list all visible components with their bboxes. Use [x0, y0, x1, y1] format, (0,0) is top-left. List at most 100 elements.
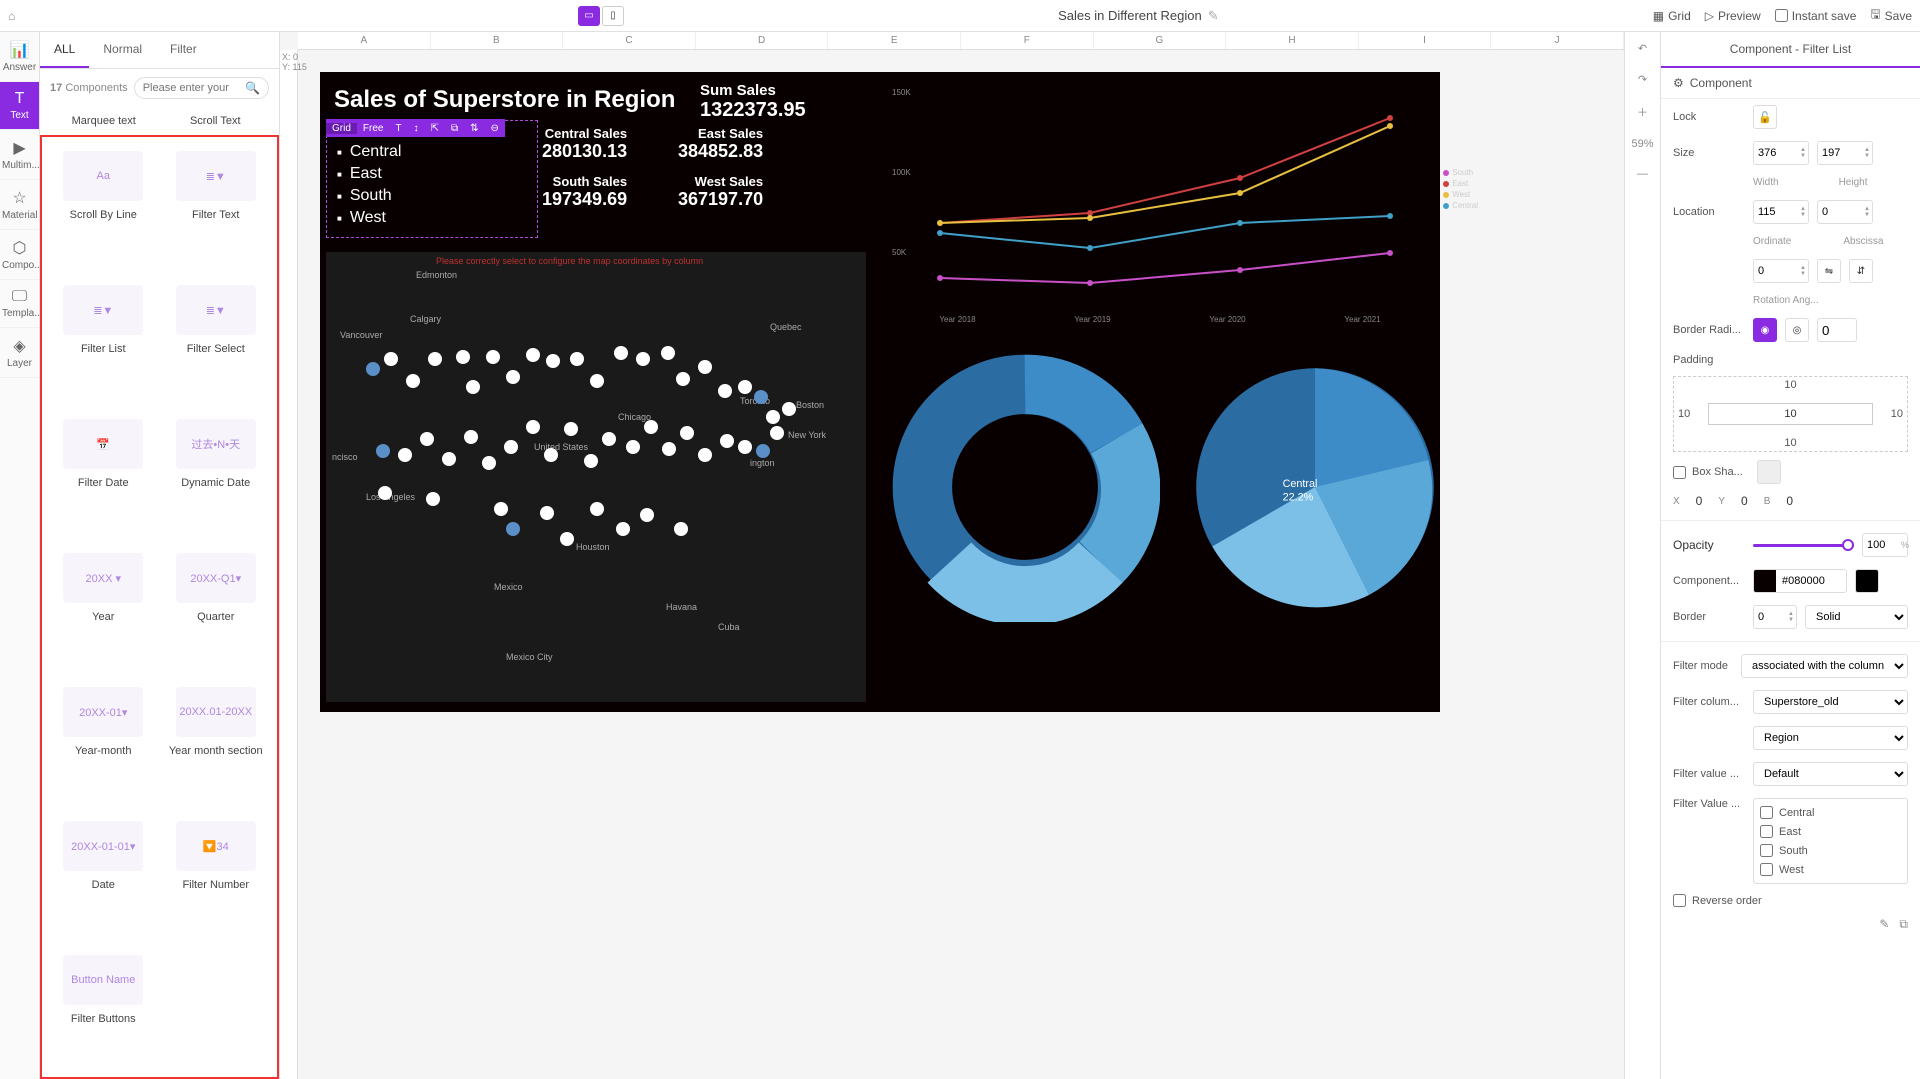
edit-title-icon[interactable]: ✎ [1208, 8, 1219, 24]
filter-column-select2[interactable]: Region [1753, 726, 1908, 750]
comp-item-year-month-section[interactable]: 20XX.01-20XXYear month section [163, 677, 270, 805]
toolbar-align-icon[interactable]: ↕ [408, 123, 425, 134]
component-search[interactable]: 🔍 [134, 77, 269, 99]
leftnav-multimedia[interactable]: ▶Multim... [0, 130, 39, 180]
zoom-level: 59% [1631, 138, 1653, 150]
rotation-input[interactable]: ▲▼ [1753, 259, 1809, 283]
leftnav-template[interactable]: 🖵Templa... [0, 280, 39, 328]
comp-item-filter-date[interactable]: 📅Filter Date [50, 409, 157, 537]
filter-item-west[interactable]: West [337, 207, 527, 229]
radius-unlinked-button[interactable]: ◎ [1785, 318, 1809, 342]
line-chart: 150K 100K 50K Year 2018 Year 2019 Year 2… [890, 78, 1430, 328]
device-desktop-button[interactable]: ▭ [578, 6, 600, 26]
leftnav-layer[interactable]: ◈Layer [0, 328, 39, 378]
filter-column-select[interactable]: Superstore_old [1753, 690, 1908, 714]
reverse-order-checkbox[interactable] [1673, 894, 1686, 907]
abscissa-input[interactable]: ▲▼ [1817, 200, 1873, 224]
filter-item-south[interactable]: South [337, 185, 527, 207]
comp-item-year-month[interactable]: 20XX-01▾Year-month [50, 677, 157, 805]
tool-add-icon[interactable]: ＋ [1637, 104, 1648, 120]
dashboard-stage[interactable]: Sales of Superstore in Region Sum Sales … [320, 72, 1440, 712]
width-input[interactable]: ▲▼ [1753, 141, 1809, 165]
leftnav-component[interactable]: ⬡Compo... [0, 230, 39, 280]
preview-button[interactable]: ▷Preview [1705, 9, 1761, 23]
filter-mode-label: Filter mode [1673, 660, 1733, 672]
filter-mode-select[interactable]: associated with the column [1741, 654, 1908, 678]
save-button[interactable]: 🖫Save [1870, 5, 1912, 26]
comp-item-date[interactable]: 20XX-01-01▾Date [50, 811, 157, 939]
comp-item-year[interactable]: 20XX ▾Year [50, 543, 157, 671]
toolbar-free[interactable]: Free [357, 123, 390, 134]
comp-item-filter-buttons[interactable]: Button NameFilter Buttons [50, 945, 157, 1073]
opacity-input[interactable] [1867, 539, 1901, 551]
ordinate-input[interactable]: ▲▼ [1753, 200, 1809, 224]
tool-redo-icon[interactable]: ↷ [1638, 73, 1647, 86]
shadow-color[interactable] [1757, 460, 1781, 484]
tab-filter[interactable]: Filter [156, 32, 211, 68]
filter-item-east[interactable]: East [337, 163, 527, 185]
border-style-select[interactable]: Solid [1805, 605, 1908, 629]
filter-opt-south[interactable] [1760, 844, 1773, 857]
page-title: Sales in Different Region [1058, 8, 1202, 23]
comp-item-quarter[interactable]: 20XX-Q1▾Quarter [163, 543, 270, 671]
lock-label: Lock [1673, 111, 1745, 123]
filter-list-component[interactable]: Grid Free T ↕ ⇱ ⧉ ⇅ ⊖ CentralEastSouthWe… [326, 120, 538, 238]
filter-item-central[interactable]: Central [337, 141, 527, 163]
tab-normal[interactable]: Normal [89, 32, 156, 68]
comp-item-filter-text[interactable]: ≣▼Filter Text [163, 141, 270, 269]
filter-opt-east[interactable] [1760, 825, 1773, 838]
metric-east-sales: East Sales384852.83 [678, 126, 763, 162]
toolbar-link-icon[interactable]: ⇅ [464, 123, 484, 134]
color-preview[interactable] [1855, 569, 1879, 593]
prop-tab-component[interactable]: ⚙Component [1661, 68, 1920, 99]
prop-panel-title: Component - Filter List [1661, 32, 1920, 68]
box-shadow-checkbox[interactable] [1673, 466, 1686, 479]
component-count: 17 [50, 82, 62, 94]
metric-central-sales: Central Sales280130.13 [542, 126, 627, 162]
leftnav-material[interactable]: ☆Material [0, 180, 39, 230]
tool-undo-icon[interactable]: ↶ [1638, 42, 1647, 55]
panel-copy-icon[interactable]: ⧉ [1899, 917, 1908, 932]
toolbar-copy-icon[interactable]: ⧉ [445, 123, 464, 134]
grid-button[interactable]: ▦Grid [1653, 9, 1691, 23]
tab-all[interactable]: ALL [40, 32, 89, 68]
leftnav-text[interactable]: TText [0, 82, 39, 130]
comp-item-filter-number[interactable]: 🔽34Filter Number [163, 811, 270, 939]
comp-item-scroll-by-line[interactable]: AaScroll By Line [50, 141, 157, 269]
border-width-input[interactable]: ▲▼ [1753, 605, 1797, 629]
map-warning: Please correctly select to configure the… [436, 256, 703, 266]
lock-toggle[interactable]: 🔓 [1753, 105, 1777, 129]
filter-value-select[interactable]: Default [1753, 762, 1908, 786]
padding-visual[interactable]: 10 10 10 10 10 [1673, 376, 1908, 452]
search-input[interactable] [143, 82, 241, 94]
comp-item-dynamic-date[interactable]: 过去•N•天Dynamic Date [163, 409, 270, 537]
metric-west-sales: West Sales367197.70 [678, 174, 763, 210]
tool-minus-icon[interactable]: — [1637, 168, 1648, 180]
comp-item-filter-select[interactable]: ≣▼Filter Select [163, 275, 270, 403]
filter-value-label: Filter value ... [1673, 768, 1745, 780]
filter-opt-west[interactable] [1760, 863, 1773, 876]
coord-y: Y: 115 [282, 62, 307, 72]
sum-sales-label: Sum Sales [700, 82, 806, 99]
filter-opt-central[interactable] [1760, 806, 1773, 819]
device-mobile-button[interactable]: ▯ [602, 6, 624, 26]
opacity-slider[interactable] [1753, 544, 1854, 547]
comp-marquee-text[interactable]: Marquee text [52, 115, 156, 127]
toolbar-export-icon[interactable]: ⇱ [425, 123, 445, 134]
leftnav-answer[interactable]: 📊Answer [0, 32, 39, 82]
height-input[interactable]: ▲▼ [1817, 141, 1873, 165]
component-color-input[interactable] [1753, 569, 1847, 593]
toolbar-delete-icon[interactable]: ⊖ [485, 123, 505, 134]
comp-item-filter-list[interactable]: ≣▼Filter List [50, 275, 157, 403]
panel-edit-icon[interactable]: ✎ [1879, 917, 1889, 932]
instant-save-toggle[interactable]: Instant save [1775, 9, 1857, 23]
radius-linked-button[interactable]: ◉ [1753, 318, 1777, 342]
flip-v-button[interactable]: ⇵ [1849, 259, 1873, 283]
toolbar-grid[interactable]: Grid [326, 123, 357, 134]
svg-text:Central: Central [1283, 478, 1318, 490]
location-label: Location [1673, 206, 1745, 218]
toolbar-text-icon[interactable]: T [389, 123, 407, 134]
comp-scroll-text[interactable]: Scroll Text [164, 115, 268, 127]
border-radius-input[interactable] [1817, 318, 1857, 342]
flip-h-button[interactable]: ⇋ [1817, 259, 1841, 283]
